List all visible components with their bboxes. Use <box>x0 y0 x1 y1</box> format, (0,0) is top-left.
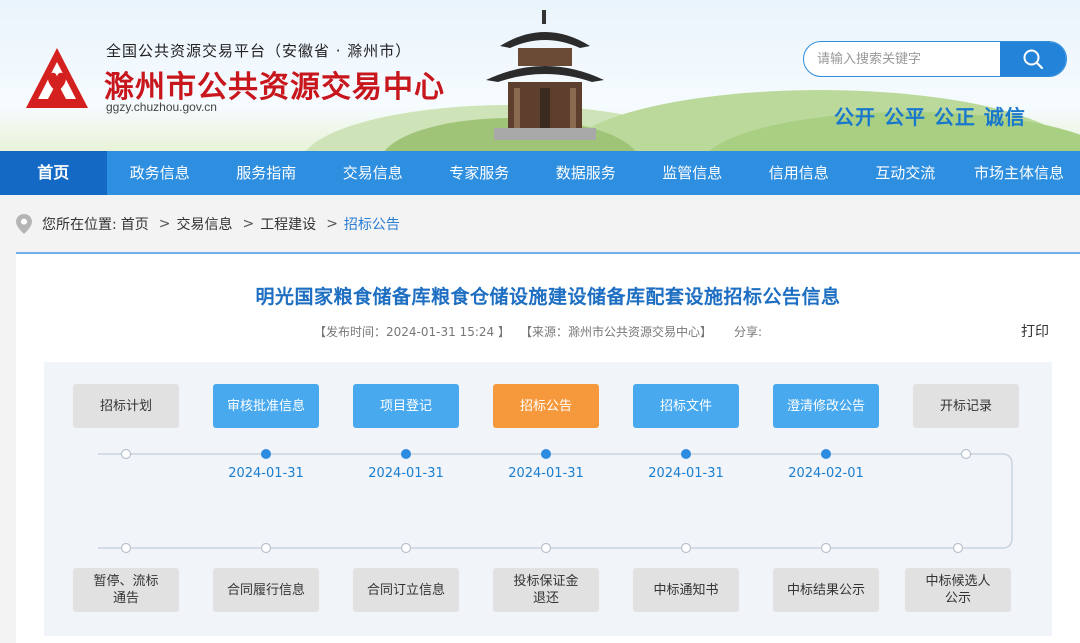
nav-item-home[interactable]: 首页 <box>0 151 107 195</box>
article-title: 明光国家粮食储备库粮食仓储设施建设储备库配套设施招标公告信息 <box>255 286 841 308</box>
step-bidding-documents[interactable]: 招标文件 <box>633 384 739 428</box>
step-date: 2024-01-31 <box>508 466 584 481</box>
step-date: 2024-02-01 <box>788 466 864 481</box>
breadcrumb-separator: > <box>158 216 171 232</box>
nav-item-supervision-info[interactable]: 监管信息 <box>639 151 746 195</box>
platform-name: 全国公共资源交易平台（安徽省 · 滁州市） <box>106 42 412 60</box>
article-card: 明光国家粮食储备库粮食仓储设施建设储备库配套设施招标公告信息 【发布时间：202… <box>16 252 1080 643</box>
nav-item-trading-info[interactable]: 交易信息 <box>320 151 427 195</box>
breadcrumb-prefix: 您所在位置: <box>42 217 117 233</box>
step-bidding-announcement[interactable]: 招标公告 <box>493 384 599 428</box>
step-suspension-notice[interactable]: 暂停、流标 通告 <box>73 568 179 612</box>
breadcrumb-separator: > <box>326 216 338 232</box>
flow-node <box>681 449 691 459</box>
nav-item-data-service[interactable]: 数据服务 <box>533 151 640 195</box>
nav-item-credit-info[interactable]: 信用信息 <box>746 151 853 195</box>
flow-node <box>120 448 132 460</box>
search-icon <box>1023 49 1044 70</box>
step-bid-opening-record[interactable]: 开标记录 <box>913 384 1019 428</box>
step-deposit-refund[interactable]: 投标保证金 退还 <box>493 568 599 612</box>
step-clarification-notice[interactable]: 澄清修改公告 <box>773 384 879 428</box>
step-bidding-plan[interactable]: 招标计划 <box>73 384 179 428</box>
slogan: 公开 公平 公正 诚信 <box>834 105 1026 129</box>
nav-item-interaction[interactable]: 互动交流 <box>852 151 959 195</box>
breadcrumb-current[interactable]: 招标公告 <box>344 214 400 234</box>
step-date: 2024-01-31 <box>368 466 444 481</box>
flow-node <box>680 542 692 554</box>
breadcrumb: 您所在位置: 首页 > 交易信息 > 工程建设 > 招标公告 <box>16 213 404 235</box>
flow-node <box>400 542 412 554</box>
nav-item-service-guide[interactable]: 服务指南 <box>213 151 320 195</box>
site-logo-icon[interactable] <box>24 46 90 112</box>
site-url: ggzy.chuzhou.gov.cn <box>106 100 217 114</box>
step-award-notice[interactable]: 中标通知书 <box>633 568 739 612</box>
procurement-flow: 招标计划 审核批准信息 项目登记 招标公告 招标文件 澄清修改公告 开标记录 2… <box>44 362 1052 636</box>
flow-node <box>260 542 272 554</box>
flow-node <box>120 542 132 554</box>
flow-node <box>820 542 832 554</box>
breadcrumb-engineering[interactable]: 工程建设 <box>260 214 316 234</box>
nav-item-expert-service[interactable]: 专家服务 <box>426 151 533 195</box>
pagoda-illustration <box>486 10 604 140</box>
flow-node <box>960 448 972 460</box>
step-contract-performance[interactable]: 合同履行信息 <box>213 568 319 612</box>
step-contract-signing[interactable]: 合同订立信息 <box>353 568 459 612</box>
flow-node <box>952 542 964 554</box>
step-date: 2024-01-31 <box>228 466 304 481</box>
print-button[interactable]: 打印 <box>1021 321 1049 341</box>
location-pin-icon <box>16 214 32 234</box>
search-box <box>803 41 1067 77</box>
flow-node <box>401 449 411 459</box>
flow-node <box>540 542 552 554</box>
publish-time: 【发布时间：2024-01-31 15:24 】 <box>314 325 510 339</box>
nav-item-government-info[interactable]: 政务信息 <box>107 151 214 195</box>
breadcrumb-home[interactable]: 首页 <box>121 214 149 234</box>
step-approval-info[interactable]: 审核批准信息 <box>213 384 319 428</box>
article-source: 【来源：滁州市公共资源交易中心】 <box>520 325 713 339</box>
flow-node <box>821 449 831 459</box>
breadcrumb-separator: > <box>242 216 255 232</box>
flow-node <box>541 449 551 459</box>
breadcrumb-trading-info[interactable]: 交易信息 <box>176 214 232 234</box>
step-project-registration[interactable]: 项目登记 <box>353 384 459 428</box>
share-label: 分享: <box>734 325 763 339</box>
site-header: 全国公共资源交易平台（安徽省 · 滁州市） 滁州市公共资源交易中心 ggzy.c… <box>0 0 1080 151</box>
search-button[interactable] <box>1000 42 1066 76</box>
main-nav: 首页 政务信息 服务指南 交易信息 专家服务 数据服务 监管信息 信用信息 互动… <box>0 151 1080 195</box>
step-date: 2024-01-31 <box>648 466 724 481</box>
search-input[interactable] <box>804 42 1002 76</box>
flow-node <box>261 449 271 459</box>
step-award-result[interactable]: 中标结果公示 <box>773 568 879 612</box>
nav-item-market-entity-info[interactable]: 市场主体信息 <box>959 151 1080 195</box>
step-winning-candidate[interactable]: 中标候选人 公示 <box>905 568 1011 612</box>
